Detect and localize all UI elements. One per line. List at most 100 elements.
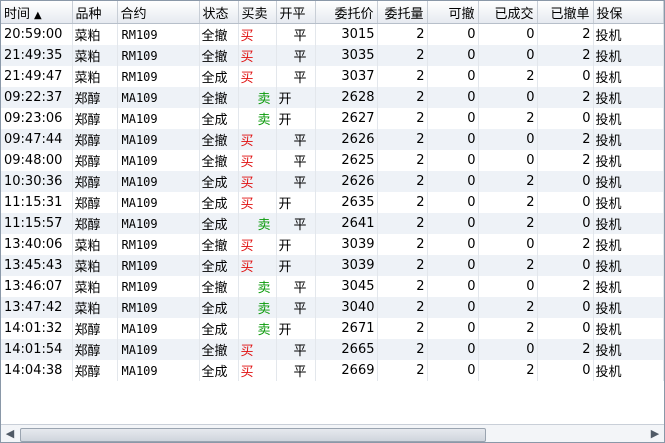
cell-contract: MA109 — [117, 318, 200, 339]
column-header-variety[interactable]: 品种 — [72, 1, 118, 24]
cell-quantity: 2 — [377, 318, 428, 339]
cell-buy-sell: 卖 — [238, 213, 277, 234]
cell-variety: 郑醇 — [72, 192, 118, 213]
cell-time: 11:15:31 — [1, 192, 73, 213]
column-header-hedge[interactable]: 投保 — [593, 1, 664, 24]
table-row[interactable]: 09:48:00 郑醇 MA109 全撤买平 2625 2 0 0 2 投机 — [1, 150, 664, 171]
cell-open-close: 平 — [276, 276, 316, 297]
cell-cancelled: 2 — [537, 45, 594, 66]
scrollbar-thumb[interactable] — [20, 428, 486, 442]
table-row[interactable]: 09:22:37 郑醇 MA109 全撤卖开 2628 2 0 0 2 投机 — [1, 87, 664, 108]
cell-status: 全撤 — [199, 129, 239, 150]
cell-cancelled: 2 — [537, 129, 594, 150]
cell-cancelable: 0 — [427, 318, 479, 339]
table-row[interactable]: 21:49:35 菜粕 RM109 全撤买平 3035 2 0 0 2 投机 — [1, 45, 664, 66]
sort-ascending-icon: ▲ — [34, 9, 42, 21]
cell-buy-sell: 卖 — [238, 87, 277, 108]
chevron-left-icon: ◀ — [5, 427, 15, 440]
table-row[interactable]: 13:47:42 菜粕 RM109 全成卖平 3040 2 0 2 0 投机 — [1, 297, 664, 318]
cell-price: 2626 — [315, 129, 378, 150]
table-row[interactable]: 09:23:06 郑醇 MA109 全成卖开 2627 2 0 2 0 投机 — [1, 108, 664, 129]
cell-filled: 2 — [478, 360, 538, 381]
column-header-price[interactable]: 委托价 — [315, 1, 378, 24]
column-header-cancelable[interactable]: 可撤 — [427, 1, 479, 24]
cell-variety: 菜粕 — [72, 276, 118, 297]
cell-open-close: 开 — [276, 87, 316, 108]
cell-filled: 0 — [478, 276, 538, 297]
scroll-right-button[interactable]: ▶ — [646, 425, 664, 442]
cell-cancelled: 0 — [537, 213, 594, 234]
cell-time: 10:30:36 — [1, 171, 73, 192]
cell-hedge: 投机 — [593, 87, 664, 108]
table-row[interactable]: 09:47:44 郑醇 MA109 全撤买平 2626 2 0 0 2 投机 — [1, 129, 664, 150]
table-row[interactable]: 13:45:43 菜粕 RM109 全成买开 3039 2 0 2 0 投机 — [1, 255, 664, 276]
column-header-contract[interactable]: 合约 — [117, 1, 200, 24]
cell-cancelable: 0 — [427, 360, 479, 381]
cell-price: 2635 — [315, 192, 378, 213]
cell-price: 3039 — [315, 255, 378, 276]
cell-variety: 郑醇 — [72, 129, 118, 150]
cell-buy-sell: 买 — [238, 171, 277, 192]
cell-hedge: 投机 — [593, 23, 664, 45]
column-header-time[interactable]: 时间 ▲ — [1, 1, 73, 24]
table-row[interactable]: 13:40:06 菜粕 RM109 全撤买开 3039 2 0 0 2 投机 — [1, 234, 664, 255]
cell-hedge: 投机 — [593, 297, 664, 318]
cell-hedge: 投机 — [593, 255, 664, 276]
cell-open-close: 开 — [276, 318, 316, 339]
order-list-panel: 时间 ▲ 品种 合约 状态 买卖 开平 委托价 委托量 可撤 已成交 已撤单 投保… — [0, 0, 665, 443]
cell-time: 21:49:47 — [1, 66, 73, 87]
cell-quantity: 2 — [377, 297, 428, 318]
cell-open-close: 平 — [276, 150, 316, 171]
scroll-left-button[interactable]: ◀ — [1, 425, 19, 442]
cell-filled: 2 — [478, 192, 538, 213]
cell-cancelable: 0 — [427, 150, 479, 171]
cell-quantity: 2 — [377, 87, 428, 108]
cell-filled: 2 — [478, 255, 538, 276]
table-row[interactable]: 10:30:36 郑醇 MA109 全成买平 2626 2 0 2 0 投机 — [1, 171, 664, 192]
table-row[interactable]: 11:15:57 郑醇 MA109 全成卖平 2641 2 0 2 0 投机 — [1, 213, 664, 234]
cell-filled: 2 — [478, 213, 538, 234]
cell-open-close: 平 — [276, 45, 316, 66]
cell-contract: MA109 — [117, 129, 200, 150]
cell-filled: 2 — [478, 108, 538, 129]
cell-variety: 菜粕 — [72, 255, 118, 276]
column-header-quantity[interactable]: 委托量 — [377, 1, 428, 24]
cell-quantity: 2 — [377, 171, 428, 192]
cell-contract: MA109 — [117, 339, 200, 360]
cell-quantity: 2 — [377, 23, 428, 45]
cell-buy-sell: 买 — [238, 150, 277, 171]
cell-open-close: 开 — [276, 234, 316, 255]
cell-status: 全成 — [199, 255, 239, 276]
column-header-cancelled[interactable]: 已撤单 — [537, 1, 594, 24]
cell-variety: 郑醇 — [72, 108, 118, 129]
column-header-filled[interactable]: 已成交 — [478, 1, 538, 24]
cell-time: 09:48:00 — [1, 150, 73, 171]
cell-status: 全成 — [199, 318, 239, 339]
cell-buy-sell: 买 — [238, 360, 277, 381]
cell-time: 09:47:44 — [1, 129, 73, 150]
horizontal-scrollbar[interactable]: ◀ ▶ — [1, 424, 664, 442]
table-row[interactable]: 20:59:00 菜粕 RM109 全撤买平 3015 2 0 0 2 投机 — [1, 23, 664, 45]
chevron-right-icon: ▶ — [650, 427, 660, 440]
column-header-open-close[interactable]: 开平 — [276, 1, 316, 24]
cell-cancelled: 2 — [537, 150, 594, 171]
cell-cancelled: 0 — [537, 66, 594, 87]
cell-time: 13:46:07 — [1, 276, 73, 297]
cell-status: 全撤 — [199, 339, 239, 360]
table-row[interactable]: 14:01:32 郑醇 MA109 全成卖开 2671 2 0 2 0 投机 — [1, 318, 664, 339]
table-row[interactable]: 11:15:31 郑醇 MA109 全成买开 2635 2 0 2 0 投机 — [1, 192, 664, 213]
cell-contract: MA109 — [117, 171, 200, 192]
cell-status: 全成 — [199, 66, 239, 87]
order-rows: 20:59:00 菜粕 RM109 全撤买平 3015 2 0 0 2 投机 21:49:35 菜粕 R… — [1, 23, 664, 381]
table-row[interactable]: 13:46:07 菜粕 RM109 全撤卖平 3045 2 0 0 2 投机 — [1, 276, 664, 297]
cell-variety: 郑醇 — [72, 339, 118, 360]
table-row[interactable]: 14:01:54 郑醇 MA109 全撤买平 2665 2 0 0 2 投机 — [1, 339, 664, 360]
table-row[interactable]: 14:04:38 郑醇 MA109 全成买平 2669 2 0 2 0 投机 — [1, 360, 664, 381]
cell-cancelled: 0 — [537, 360, 594, 381]
table-row[interactable]: 21:49:47 菜粕 RM109 全成买平 3037 2 0 2 0 投机 — [1, 66, 664, 87]
column-header-buy-sell[interactable]: 买卖 — [238, 1, 277, 24]
cell-cancelled: 0 — [537, 297, 594, 318]
column-header-status[interactable]: 状态 — [199, 1, 239, 24]
cell-hedge: 投机 — [593, 171, 664, 192]
cell-price: 3045 — [315, 276, 378, 297]
